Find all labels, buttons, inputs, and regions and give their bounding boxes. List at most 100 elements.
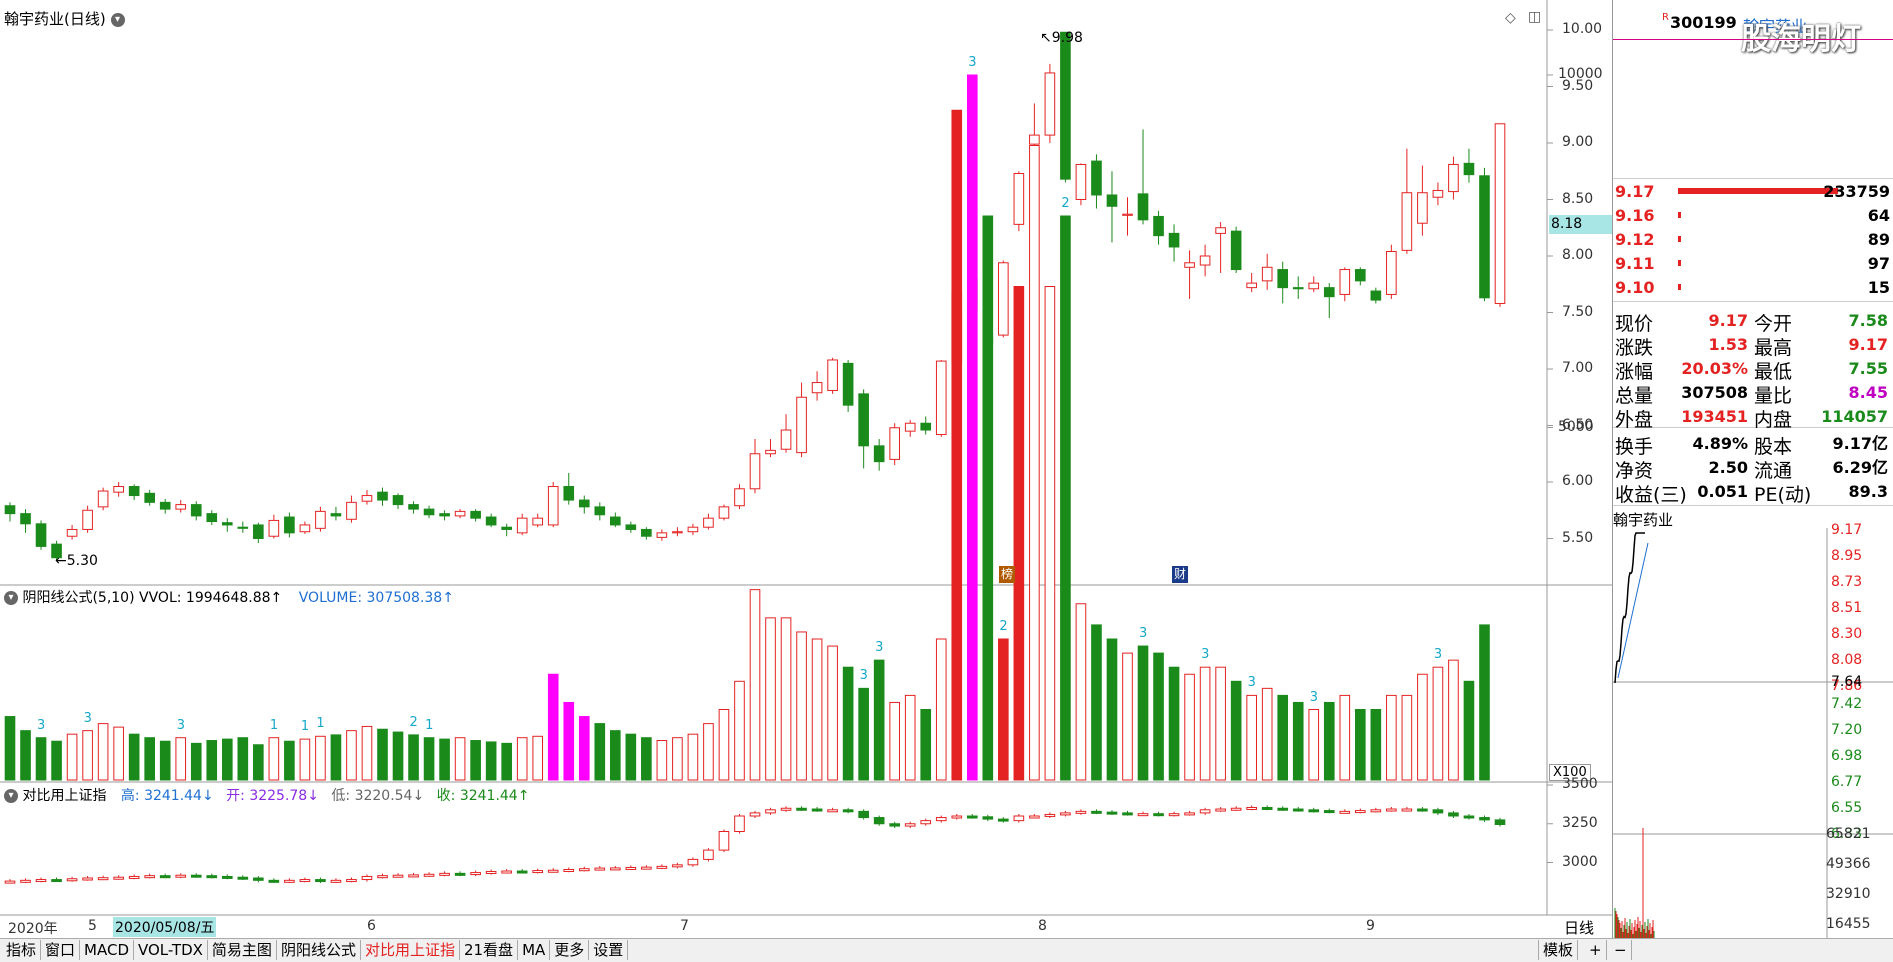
candle	[408, 504, 419, 510]
volume-marker: 3	[875, 640, 884, 656]
index-candle	[1199, 809, 1211, 814]
volume-bar	[113, 726, 124, 781]
tab-10[interactable]: 设置	[589, 940, 629, 960]
tab-3[interactable]: VOL-TDX	[134, 940, 208, 960]
index-candle	[35, 879, 47, 883]
volume-bar	[221, 738, 233, 781]
index-candle	[377, 875, 388, 879]
tab-0[interactable]: 指标	[2, 940, 42, 960]
index-candle	[873, 817, 885, 825]
order-book-row[interactable]: 9.12 89	[1615, 230, 1890, 252]
volume-tick: 10000	[1558, 66, 1603, 82]
order-book-row[interactable]: 9.10 15	[1615, 278, 1890, 300]
volume-bar	[1246, 694, 1257, 781]
index-candle	[935, 817, 947, 822]
volume-bar	[66, 733, 78, 781]
chevron-down-icon[interactable]: ▾	[4, 789, 18, 803]
candle	[656, 532, 668, 538]
candle	[159, 501, 171, 510]
mini-price-tick: 9.17	[1831, 522, 1863, 538]
order-book-row[interactable]: 9.16 64	[1615, 206, 1890, 228]
tab-9[interactable]: 更多	[550, 940, 590, 960]
watermark: 股海明灯	[1741, 22, 1861, 57]
volume-bar	[1137, 645, 1149, 781]
index-candle	[842, 809, 854, 813]
index-candle	[625, 866, 637, 870]
volume-bar	[594, 723, 606, 781]
tab-7[interactable]: 21看盘	[460, 940, 519, 960]
tab-2[interactable]: MACD	[80, 940, 134, 960]
template-button[interactable]: 模板	[1538, 940, 1579, 960]
chevron-down-icon[interactable]: ▾	[110, 12, 125, 27]
volume-marker: 1	[425, 717, 434, 733]
candle	[889, 427, 900, 460]
candle	[1230, 230, 1242, 271]
volume-bar	[998, 638, 1009, 781]
chevron-down-icon[interactable]: ▾	[4, 591, 18, 605]
volume-bar	[827, 645, 838, 781]
index-candle	[51, 879, 62, 883]
tab-5[interactable]: 阴阳线公式	[277, 940, 361, 960]
volume-bar	[1386, 694, 1397, 781]
index-candle	[811, 808, 823, 812]
candle	[858, 393, 869, 447]
volume-marker: 1	[300, 719, 310, 735]
candle	[190, 504, 202, 517]
index-indicator-name[interactable]: 对比用上证指	[22, 788, 106, 804]
finance-badge[interactable]: 财	[1172, 566, 1188, 583]
price-tick: 7.00	[1562, 360, 1594, 376]
volume-bar	[128, 733, 140, 781]
tab-4[interactable]: 简易主图	[208, 940, 277, 960]
index-candle	[827, 809, 838, 813]
volume-bar	[485, 741, 497, 781]
candle	[330, 513, 342, 517]
candle	[1184, 262, 1195, 268]
index-candle	[749, 812, 761, 817]
tab-6[interactable]: 对比用上证指	[361, 940, 460, 960]
price-tick: 6.00	[1562, 473, 1594, 489]
index-candle	[113, 876, 124, 880]
candle	[1246, 282, 1257, 289]
mini-price-tick: 8.08	[1831, 652, 1863, 668]
index-candle	[920, 820, 932, 825]
index-candle	[1432, 809, 1444, 814]
candle	[1448, 163, 1459, 193]
volume-indicator-name[interactable]: 阴阳线公式(5,10)	[22, 590, 134, 606]
diamond-icon[interactable]: ◇	[1505, 10, 1516, 26]
index-tick: 3500	[1562, 776, 1598, 792]
volume-bar	[920, 709, 932, 781]
zoom-out-button[interactable]: −	[1610, 940, 1632, 960]
stat-value: 9.17	[1708, 311, 1748, 330]
stat-label: 现价	[1615, 313, 1654, 335]
order-book-row[interactable]: 9.17 233759	[1615, 182, 1890, 204]
candle	[97, 490, 109, 508]
candle	[501, 526, 512, 530]
window-toggle-icon[interactable]: ◫	[1528, 9, 1541, 25]
candle	[175, 504, 187, 510]
index-low: 低: 3220.54↓	[331, 788, 425, 804]
stat-value: 7.55	[1848, 359, 1888, 378]
index-candle	[656, 865, 668, 869]
mini-price-mid: 7.64	[1831, 674, 1863, 690]
index-candle	[1386, 808, 1397, 812]
volume-bar	[175, 737, 187, 781]
volume-bar	[547, 673, 559, 781]
candle	[765, 449, 776, 455]
tab-8[interactable]: MA	[518, 940, 551, 960]
order-price: 9.16	[1615, 206, 1655, 225]
index-candle	[672, 864, 683, 868]
rank-badge[interactable]: 榜	[999, 566, 1015, 583]
volume-bar	[1417, 673, 1428, 781]
mini-price-tick: 6.77	[1831, 774, 1863, 790]
period-label[interactable]: 日线	[1564, 917, 1594, 938]
index-candle	[408, 874, 419, 878]
volume-marker: 1	[316, 716, 325, 732]
volume-marker: 3	[37, 717, 46, 733]
candle	[1122, 213, 1133, 216]
order-book-row[interactable]: 9.11 97	[1615, 254, 1890, 276]
volume-bar	[20, 730, 31, 781]
tab-1[interactable]: 窗口	[41, 940, 81, 960]
index-candle	[392, 874, 404, 878]
zoom-in-button[interactable]: +	[1585, 940, 1607, 960]
candle	[1308, 282, 1320, 290]
